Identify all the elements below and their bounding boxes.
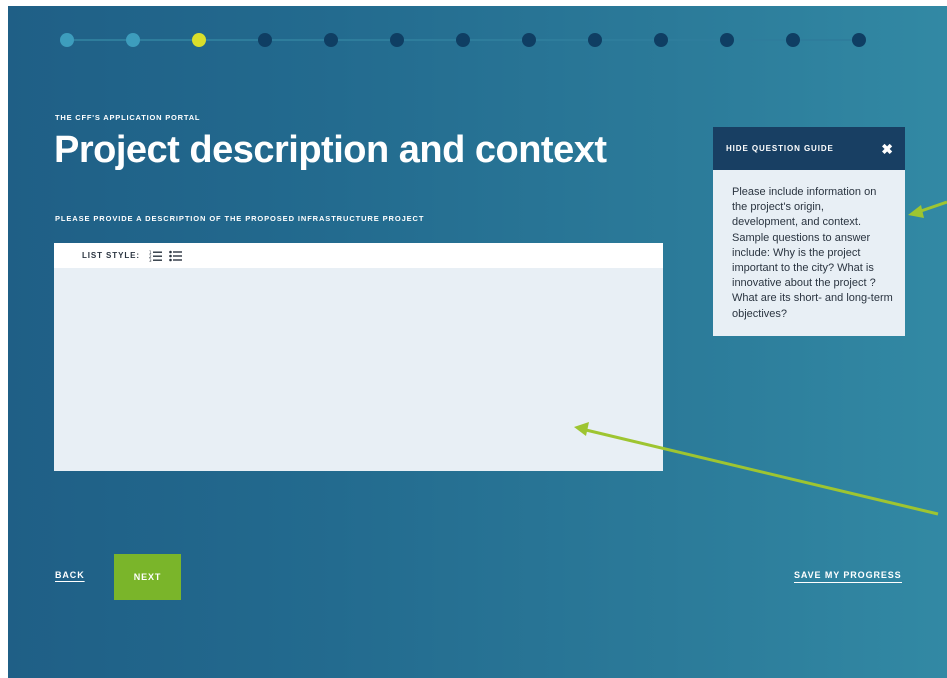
application-page: THE CFF'S APPLICATION PORTAL Project des…: [8, 6, 947, 678]
progress-step: [654, 33, 668, 47]
progress-step: [126, 33, 140, 47]
progress-step: [522, 33, 536, 47]
svg-text:3: 3: [149, 258, 152, 262]
bullet-list-icon[interactable]: [168, 249, 184, 263]
question-guide-text: Please include information on the projec…: [732, 186, 893, 320]
close-icon[interactable]: ✖: [881, 142, 893, 156]
progress-stepper: [60, 32, 866, 48]
ordered-list-icon[interactable]: 1 2 3: [148, 249, 164, 263]
progress-step: [456, 33, 470, 47]
page-title: Project description and context: [54, 129, 607, 171]
description-textarea[interactable]: [54, 268, 663, 471]
save-progress-link[interactable]: SAVE MY PROGRESS: [794, 570, 902, 583]
hide-question-guide-label[interactable]: HIDE QUESTION GUIDE: [726, 144, 834, 153]
progress-step: [720, 33, 734, 47]
question-guide-panel: HIDE QUESTION GUIDE ✖ Please include inf…: [713, 127, 905, 336]
question-guide-header[interactable]: HIDE QUESTION GUIDE ✖: [713, 127, 905, 170]
editor-toolbar: LIST STYLE: 1 2 3: [54, 243, 663, 268]
next-button[interactable]: NEXT: [114, 554, 181, 600]
progress-step: [390, 33, 404, 47]
progress-step: [60, 33, 74, 47]
progress-step: [588, 33, 602, 47]
progress-step: [852, 33, 866, 47]
progress-step: [258, 33, 272, 47]
list-style-label: LIST STYLE:: [82, 251, 140, 260]
description-editor: LIST STYLE: 1 2 3: [54, 243, 663, 471]
portal-eyebrow: THE CFF'S APPLICATION PORTAL: [55, 113, 201, 122]
back-link[interactable]: BACK: [55, 570, 85, 580]
progress-step: [786, 33, 800, 47]
question-prompt: PLEASE PROVIDE A DESCRIPTION OF THE PROP…: [55, 214, 425, 223]
progress-step-current: [192, 33, 206, 47]
annotation-arrow-to-guide: [908, 200, 947, 218]
progress-step: [324, 33, 338, 47]
